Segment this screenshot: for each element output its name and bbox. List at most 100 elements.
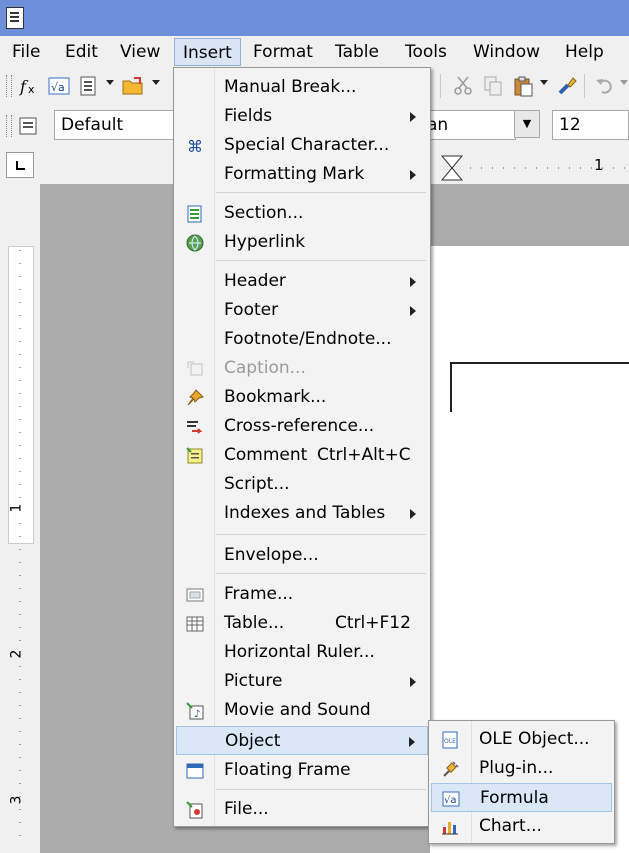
styles-formatting-icon[interactable]	[18, 115, 40, 137]
menu-item-caption[interactable]: Caption...	[176, 354, 428, 383]
menu-tools[interactable]: Tools	[397, 38, 455, 66]
menu-item-fields[interactable]: Fields	[176, 102, 428, 131]
menu-item-label: Bookmark...	[224, 387, 327, 407]
toolbar-separator	[440, 74, 441, 98]
comment-note-icon	[186, 446, 204, 464]
menu-window[interactable]: Window	[465, 38, 548, 66]
table-grid-icon	[186, 614, 204, 632]
menu-item-floating-frame[interactable]: Floating Frame	[176, 756, 428, 785]
submenu-arrow-icon	[410, 677, 416, 687]
menu-separator	[216, 534, 426, 535]
menu-item-frame[interactable]: Frame...	[176, 580, 428, 609]
insert-file-icon	[186, 800, 204, 819]
svg-text:♪: ♪	[194, 709, 200, 720]
menu-separator	[216, 573, 426, 574]
menu-item-indexes-and-tables[interactable]: Indexes and Tables	[176, 499, 428, 528]
dropdown-arrow-icon[interactable]	[152, 80, 160, 85]
menu-item-label: Indexes and Tables	[224, 503, 386, 523]
shortcut-label: Ctrl+Alt+C	[317, 445, 411, 465]
menu-item-script[interactable]: Script...	[176, 470, 428, 499]
insert-fields-icon[interactable]: fx	[18, 75, 40, 97]
vertical-ruler[interactable]: 1 2 3	[0, 184, 40, 853]
movie-sound-icon: ♪	[186, 701, 204, 720]
submenu-item-chart[interactable]: Chart...	[431, 812, 612, 841]
tab-stop-selector[interactable]	[6, 152, 34, 178]
toolbar-grip[interactable]	[6, 115, 12, 137]
menu-format[interactable]: Format	[245, 38, 321, 66]
submenu-item-formula[interactable]: √a Formula	[431, 783, 612, 812]
menu-item-label: Plug-in...	[479, 758, 554, 778]
menu-file[interactable]: File	[4, 38, 48, 66]
floating-frame-icon	[186, 761, 204, 779]
menu-item-section[interactable]: Section...	[176, 199, 428, 228]
menu-insert[interactable]: Insert	[174, 38, 241, 66]
clone-formatting-icon[interactable]	[556, 75, 578, 97]
dropdown-arrow-icon[interactable]	[620, 80, 628, 85]
copy-icon[interactable]	[482, 75, 504, 97]
menu-item-label: Hyperlink	[224, 232, 306, 252]
menu-item-movie-and-sound[interactable]: ♪ Movie and Sound	[176, 696, 428, 725]
menu-edit[interactable]: Edit	[57, 38, 106, 66]
menu-item-label: Movie and Sound	[224, 700, 371, 720]
submenu-item-ole-object[interactable]: OLE OLE Object...	[431, 725, 612, 754]
menu-item-footer[interactable]: Footer	[176, 296, 428, 325]
menu-item-object[interactable]: Object	[176, 726, 428, 755]
menu-item-label: OLE Object...	[479, 729, 590, 749]
menu-item-label: Script...	[224, 474, 290, 494]
menu-item-hyperlink[interactable]: Hyperlink	[176, 228, 428, 257]
menu-item-footnote-endnote[interactable]: Footnote/Endnote...	[176, 325, 428, 354]
submenu-arrow-icon	[410, 112, 416, 122]
paste-icon[interactable]	[512, 75, 534, 97]
svg-text:⌘: ⌘	[187, 137, 203, 155]
insert-section-icon[interactable]	[78, 75, 100, 97]
menu-item-label: File...	[224, 799, 269, 819]
menu-item-picture[interactable]: Picture	[176, 667, 428, 696]
menu-item-cross-reference[interactable]: Cross-reference...	[176, 412, 428, 441]
open-folder-icon[interactable]	[122, 75, 144, 97]
menu-item-header[interactable]: Header	[176, 267, 428, 296]
menu-item-formatting-mark[interactable]: Formatting Mark	[176, 160, 428, 189]
dropdown-arrow-icon[interactable]	[540, 80, 548, 85]
menu-item-table[interactable]: Table... Ctrl+F12	[176, 609, 428, 638]
menu-item-label: Comment	[224, 445, 308, 465]
font-name-dropdown-icon[interactable]: ▼	[514, 110, 540, 138]
paragraph-style-combo[interactable]: Default	[54, 110, 180, 140]
special-character-icon: ⌘	[186, 136, 204, 156]
menu-help[interactable]: Help	[557, 38, 612, 66]
dropdown-arrow-icon[interactable]	[106, 80, 114, 85]
menu-item-label: Frame...	[224, 584, 294, 604]
menu-item-comment[interactable]: Comment Ctrl+Alt+C	[176, 441, 428, 470]
app-document-icon[interactable]	[6, 7, 24, 29]
menu-item-label: Envelope...	[224, 545, 319, 565]
submenu-item-plug-in[interactable]: Plug-in...	[431, 754, 612, 783]
menu-item-label: Chart...	[479, 816, 542, 836]
menu-item-label: Special Character...	[224, 135, 390, 155]
formula-icon[interactable]: √a	[48, 75, 70, 97]
font-name-combo[interactable]: an	[416, 110, 516, 140]
menu-item-label: Footer	[224, 300, 279, 320]
toolbar-grip[interactable]	[6, 75, 12, 97]
insert-menu: Manual Break... Fields ⌘ Special Charact…	[173, 67, 431, 827]
menu-item-special-character[interactable]: ⌘ Special Character...	[176, 131, 428, 160]
menu-table[interactable]: Table	[327, 38, 387, 66]
title-bar	[0, 0, 629, 36]
font-size-combo[interactable]: 12	[552, 110, 629, 140]
svg-text:x: x	[28, 83, 35, 96]
menu-item-file[interactable]: File...	[176, 795, 428, 824]
menu-view[interactable]: View	[112, 38, 168, 66]
menu-item-label: Horizontal Ruler...	[224, 642, 375, 662]
menu-item-envelope[interactable]: Envelope...	[176, 541, 428, 570]
menu-separator	[216, 789, 426, 790]
menu-item-manual-break[interactable]: Manual Break...	[176, 73, 428, 102]
cut-icon[interactable]	[452, 75, 474, 97]
menu-item-horizontal-ruler[interactable]: Horizontal Ruler...	[176, 638, 428, 667]
undo-icon[interactable]	[594, 75, 616, 97]
submenu-arrow-icon	[410, 170, 416, 180]
menu-item-label: Picture	[224, 671, 283, 691]
menu-item-label: Caption...	[224, 358, 306, 378]
section-icon	[186, 204, 204, 223]
menu-item-bookmark[interactable]: Bookmark...	[176, 383, 428, 412]
menu-item-label: Footnote/Endnote...	[224, 329, 392, 349]
svg-text:OLE: OLE	[444, 738, 456, 745]
submenu-arrow-icon	[410, 277, 416, 287]
